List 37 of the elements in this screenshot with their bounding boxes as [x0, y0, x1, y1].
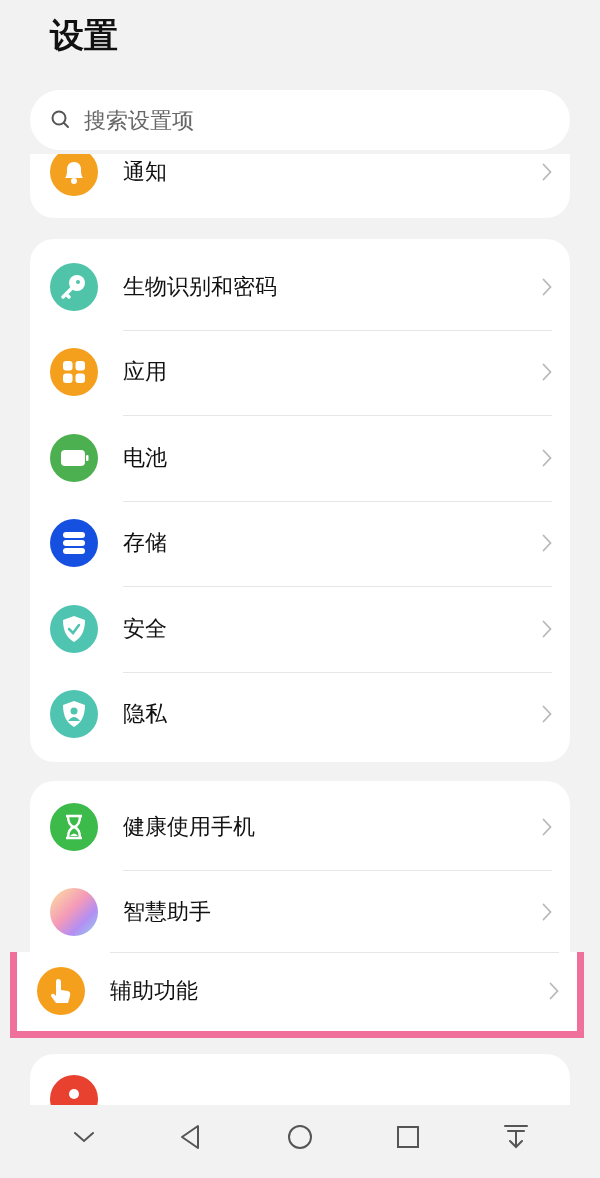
shield-check-icon [50, 604, 98, 653]
chevron-right-icon [542, 534, 552, 553]
chevron-right-icon [542, 163, 552, 181]
hourglass-icon [50, 802, 98, 851]
chevron-right-icon [549, 982, 559, 1001]
shield-person-icon [50, 690, 98, 739]
chevron-right-icon [542, 903, 552, 922]
settings-row[interactable]: 通知 [30, 154, 570, 218]
row-label: 应用 [123, 358, 168, 387]
search-field[interactable]: 搜索设置项 [30, 90, 570, 150]
row-label: 隐私 [123, 700, 168, 729]
gradient-orb-icon [50, 888, 98, 937]
key-icon [50, 262, 98, 311]
pull-down-icon[interactable] [502, 1122, 530, 1151]
settings-row[interactable]: 生物识别和密码 [30, 244, 570, 330]
chevron-right-icon [542, 619, 552, 638]
row-label: 存储 [123, 529, 168, 558]
hand-icon [37, 967, 85, 1016]
row-label: 智慧助手 [123, 898, 212, 927]
settings-row[interactable]: 辅助功能 [10, 952, 584, 1038]
storage-icon [50, 519, 98, 568]
page-title: 设置 [50, 14, 119, 57]
row-label: 辅助功能 [110, 977, 199, 1006]
grid-icon [50, 348, 98, 397]
row-label: 电池 [123, 443, 168, 472]
chevron-right-icon [542, 817, 552, 836]
row-label: 安全 [123, 614, 168, 643]
row-label: 通知 [123, 158, 168, 186]
chevron-right-icon [542, 363, 552, 382]
settings-row[interactable]: 健康使用手机 [30, 784, 570, 870]
chevron-right-icon [542, 705, 552, 724]
home-icon[interactable] [286, 1122, 314, 1151]
battery-icon [50, 433, 98, 482]
chevron-right-icon [542, 448, 552, 467]
row-label: 健康使用手机 [123, 812, 256, 841]
chevron-right-icon [542, 277, 552, 296]
row-label: 生物识别和密码 [123, 272, 278, 301]
